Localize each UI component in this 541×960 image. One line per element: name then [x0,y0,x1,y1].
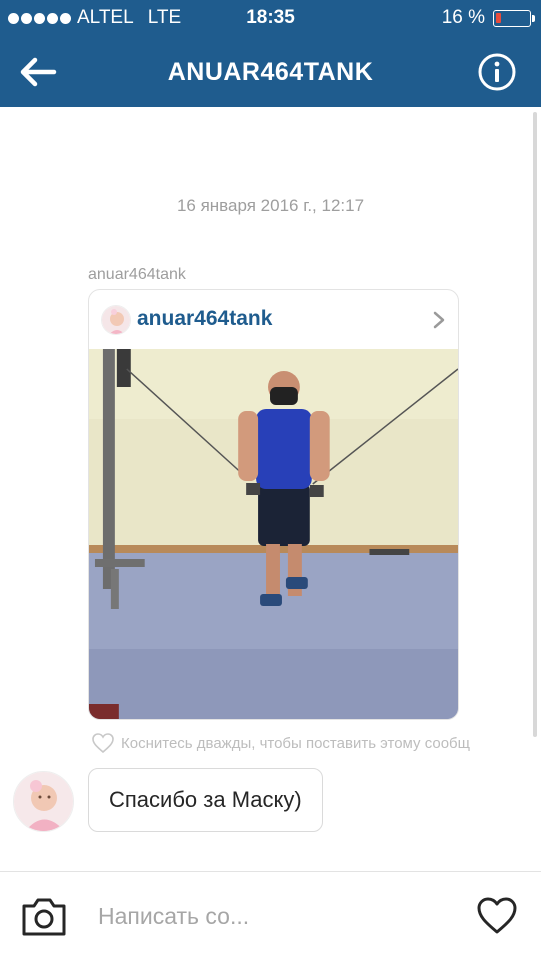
message-composer [0,871,541,960]
status-right: 16 % [441,7,535,29]
message-input[interactable] [98,892,458,940]
like-button[interactable] [475,896,519,938]
shared-post-header[interactable]: anuar464tank [89,290,458,348]
shared-post-sender: anuar464tank [88,266,186,283]
heart-icon [92,733,114,754]
message-bubble[interactable]: Спасибо за Маску) [88,768,323,832]
chevron-right-icon [433,311,445,329]
camera-button[interactable] [20,896,68,938]
double-tap-hint: Коснитесь дважды, чтобы поставить этому … [91,732,541,754]
avatar [101,305,131,335]
shared-post-username[interactable]: anuar464tank [137,307,272,331]
app-header: ALTEL LTE 18:35 16 % ANUAR464TANK [0,0,541,107]
info-button[interactable] [477,52,517,92]
status-bar: ALTEL LTE 18:35 16 % [0,0,541,36]
message-text: Спасибо за Маску) [109,787,302,812]
camera-icon [22,898,66,936]
battery-percent: 16 % [441,7,485,28]
info-circle-icon [478,53,516,91]
message-timestamp: 16 января 2016 г., 12:17 [176,196,365,215]
conversation-title: ANUAR464TANK [167,58,374,86]
heart-icon [477,897,517,934]
battery-icon [493,9,535,27]
avatar[interactable] [13,771,74,832]
double-tap-hint-text: Коснитесь дважды, чтобы поставить этому … [121,734,470,752]
nav-bar: ANUAR464TANK [0,36,541,107]
shared-post-card[interactable]: anuar464tank [88,289,459,720]
shared-post-photo[interactable] [89,349,458,720]
